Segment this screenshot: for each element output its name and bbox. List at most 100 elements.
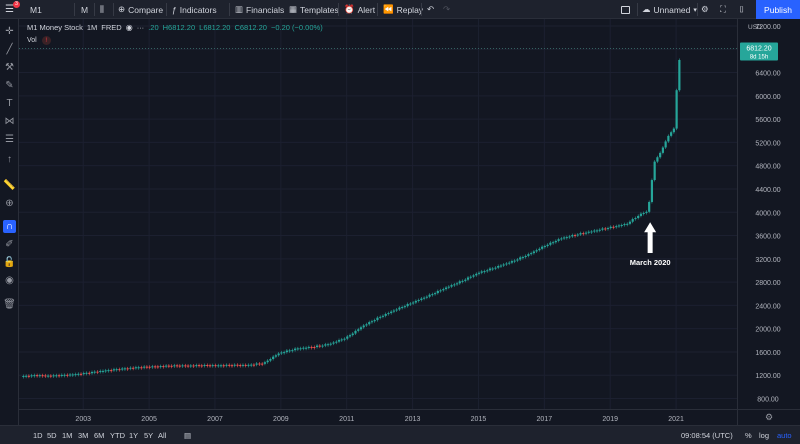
alert-button[interactable]: ⏰ Alert	[344, 0, 375, 19]
redo-button[interactable]: ↷	[443, 0, 450, 19]
candle-body	[546, 244, 549, 247]
candle-body	[335, 341, 338, 343]
range-1y[interactable]: 1Y	[129, 426, 138, 444]
ruler-icon[interactable]: 📏	[3, 179, 16, 192]
candle-body	[272, 356, 275, 360]
time-tick-label: 2019	[602, 416, 618, 423]
layout-button[interactable]	[621, 0, 630, 19]
arrow-up-icon[interactable]: ↑	[3, 153, 16, 166]
candle-body	[513, 260, 516, 262]
text-tool-icon[interactable]: T	[3, 97, 16, 110]
range-1d[interactable]: 1D	[33, 426, 43, 444]
snapshot-button[interactable]: ⌷	[739, 0, 744, 19]
candle-body	[645, 211, 648, 213]
candle-body	[505, 263, 508, 265]
candle-body	[63, 374, 66, 376]
log-toggle[interactable]: log	[759, 426, 769, 444]
candle-body	[52, 375, 55, 377]
range-1m[interactable]: 1M	[62, 426, 72, 444]
price-tick-label: 2000.00	[755, 327, 780, 334]
candle-body	[121, 368, 124, 370]
range-3m[interactable]: 3M	[78, 426, 88, 444]
layout-name: Unnamed	[653, 4, 691, 15]
price-tick-label: 4800.00	[755, 164, 780, 171]
publish-button[interactable]: Publish	[756, 0, 800, 19]
percent-toggle[interactable]: %	[745, 426, 752, 444]
candle-body	[373, 320, 376, 322]
range-5d[interactable]: 5D	[47, 426, 57, 444]
crosshair-icon[interactable]: ✛	[3, 25, 16, 38]
volume-legend: Vol !	[27, 36, 51, 45]
more-icon[interactable]: ···	[137, 23, 145, 32]
candle-body	[310, 346, 313, 348]
candle-body	[222, 365, 225, 367]
time-tick-label: 2013	[405, 416, 421, 423]
candle-body	[628, 221, 632, 224]
visibility-eye-icon[interactable]: ◉	[126, 23, 133, 32]
compare-button[interactable]: ⊕ Compare	[118, 0, 163, 19]
projection-tool-icon[interactable]: ☰	[3, 133, 16, 146]
time-axis[interactable]: 2003 2005 2007 2009 2011 2013 2015 2017 2019 2021	[19, 409, 737, 425]
candle-body	[25, 375, 28, 377]
trash-icon[interactable]: 🗑	[3, 298, 16, 311]
pattern-tool-icon[interactable]: ⋈	[3, 115, 16, 128]
candle-body	[401, 307, 404, 309]
warning-icon[interactable]: !	[41, 36, 51, 45]
candle-body	[85, 372, 88, 374]
candle-body	[527, 254, 530, 256]
candle-body	[318, 345, 321, 347]
replay-button[interactable]: ⏪ Replay	[383, 0, 423, 19]
go-to-date-button[interactable]: ▤	[184, 426, 191, 444]
candle-body	[639, 213, 643, 216]
fullscreen-button[interactable]: ⛶	[720, 0, 726, 19]
indicators-icon: ƒ	[172, 4, 177, 15]
chart-type-button[interactable]: ⫼	[100, 0, 104, 19]
range-6m[interactable]: 6M	[94, 426, 104, 444]
lock-drawings-icon[interactable]: ✐	[3, 238, 16, 251]
symbol-search[interactable]: M1	[30, 0, 42, 19]
candle-body	[277, 353, 280, 356]
top-toolbar: ☰ 3 M1 M ⫼ ⊕ Compare ƒ Indicators ▥ Fina…	[0, 0, 800, 19]
candle-body	[159, 366, 162, 368]
interval-selector[interactable]: M	[81, 0, 88, 19]
undo-button[interactable]: ↶	[427, 0, 434, 19]
notification-badge: 3	[13, 1, 20, 8]
candle-body	[530, 253, 533, 255]
clock-display[interactable]: 09:08:54 (UTC)	[681, 426, 733, 444]
layout-name-menu[interactable]: ☁ Unnamed ▾	[642, 0, 697, 19]
axis-settings-button[interactable]: ⚙	[737, 409, 800, 425]
candle-body	[304, 347, 308, 349]
plus-circle-icon: ⊕	[118, 4, 126, 14]
candle-body	[266, 360, 269, 363]
last-price-value: 6812.20	[746, 46, 771, 53]
auto-toggle[interactable]: auto	[777, 426, 792, 444]
chart-pane[interactable]: March 2020	[19, 19, 737, 425]
fib-tool-icon[interactable]: ⚒	[3, 61, 16, 74]
candle-body	[66, 374, 69, 376]
last-price-countdown: 8d 15h	[750, 55, 768, 61]
price-tick-label: 1600.00	[755, 350, 780, 357]
indicators-button[interactable]: ƒ Indicators	[172, 0, 217, 19]
eye-icon[interactable]: ◉	[3, 274, 16, 287]
candle-body	[403, 306, 406, 308]
zoom-in-icon[interactable]: ⊕	[3, 197, 16, 210]
range-ytd[interactable]: YTD	[110, 426, 125, 444]
range-all[interactable]: All	[158, 426, 166, 444]
candle-body	[491, 268, 494, 270]
candle-body	[390, 311, 393, 314]
chart-canvas[interactable]: March 2020	[19, 19, 737, 409]
candle-body	[294, 348, 297, 351]
candle-body	[488, 268, 492, 271]
settings-button[interactable]: ⚙	[701, 0, 709, 19]
brush-icon[interactable]: ✎	[3, 79, 16, 92]
candle-body	[557, 239, 560, 241]
candle-body	[175, 365, 179, 367]
price-axis[interactable]: 800.00 1200.00 1600.00 2000.00 2400.00 2800.0…	[737, 19, 800, 409]
financials-button[interactable]: ▥ Financials	[235, 0, 284, 19]
candle-body	[442, 289, 445, 291]
templates-button[interactable]: ▦ Templates	[289, 0, 339, 19]
magnet-icon[interactable]: ∩	[3, 220, 16, 233]
trend-line-icon[interactable]: ╱	[3, 43, 16, 56]
range-5y[interactable]: 5Y	[144, 426, 153, 444]
lock-icon[interactable]: 🔓	[3, 256, 16, 269]
